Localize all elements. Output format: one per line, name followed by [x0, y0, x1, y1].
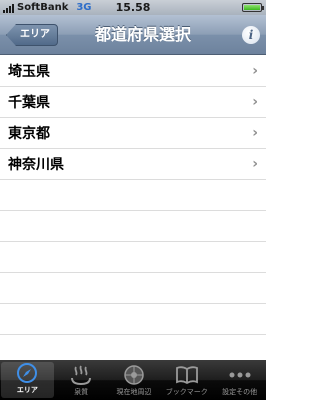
- page-title: 都道府県選択: [94, 25, 191, 44]
- tab-area[interactable]: エリア: [1, 362, 54, 398]
- empty-row: [0, 242, 266, 273]
- tab-settings-other[interactable]: 設定その他: [213, 360, 266, 400]
- chevron-right-icon: ›: [252, 125, 258, 141]
- location-icon: [121, 364, 147, 386]
- status-bar: SoftBank 3G 15.58: [0, 0, 266, 15]
- network-type: 3G: [76, 2, 92, 13]
- hot-spring-icon: [68, 364, 94, 386]
- chevron-right-icon: ›: [252, 94, 258, 110]
- signal-strength-icon: [3, 3, 14, 13]
- empty-row: [0, 273, 266, 304]
- empty-row: [0, 304, 266, 335]
- chevron-right-icon: ›: [252, 63, 258, 79]
- tab-bookmark[interactable]: ブックマーク: [160, 360, 213, 400]
- empty-row: [0, 180, 266, 211]
- battery-icon: [242, 3, 264, 12]
- tab-label: ブックマーク: [165, 388, 208, 396]
- chevron-right-icon: ›: [252, 156, 258, 172]
- tab-label: 現在地周辺: [116, 388, 152, 396]
- list-item-tokyo[interactable]: 東京都 ›: [0, 118, 266, 149]
- tab-nearby[interactable]: 現在地周辺: [108, 360, 161, 400]
- bookmark-icon: [174, 364, 200, 386]
- tab-label: 設定その他: [222, 388, 258, 396]
- carrier-name: SoftBank: [17, 2, 69, 13]
- navigation-bar: エリア 都道府県選択 i: [0, 15, 266, 55]
- tab-spring-quality[interactable]: 泉質: [55, 360, 108, 400]
- list-item-kanagawa[interactable]: 神奈川県 ›: [0, 149, 266, 180]
- list-item-label: 神奈川県: [8, 157, 64, 173]
- list-item-chiba[interactable]: 千葉県 ›: [0, 87, 266, 118]
- back-button[interactable]: エリア: [6, 24, 58, 46]
- compass-icon: [14, 362, 40, 384]
- empty-row: [0, 211, 266, 242]
- list-item-label: 埼玉県: [8, 64, 50, 80]
- tab-label: 泉質: [74, 388, 89, 396]
- info-icon[interactable]: i: [242, 26, 260, 44]
- prefecture-list: 埼玉県 › 千葉県 › 東京都 › 神奈川県 ›: [0, 56, 266, 335]
- more-icon: [227, 364, 253, 386]
- tab-label: エリア: [16, 386, 38, 394]
- list-item-label: 東京都: [8, 126, 50, 142]
- list-item-label: 千葉県: [8, 95, 50, 111]
- tab-bar: エリア 泉質 現在地周辺 ブックマーク 設定その他: [0, 360, 266, 400]
- list-item-saitama[interactable]: 埼玉県 ›: [0, 56, 266, 87]
